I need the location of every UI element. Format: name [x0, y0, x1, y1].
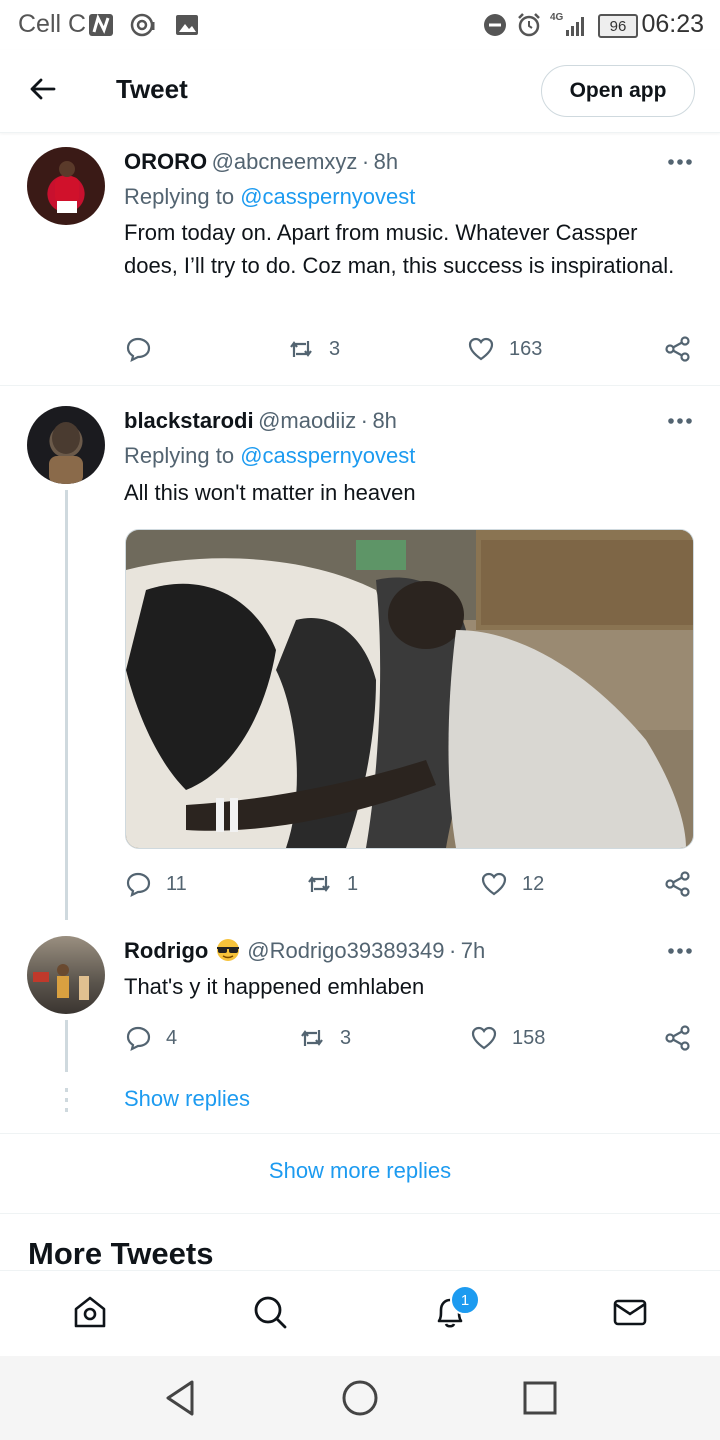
reply-button[interactable]: 11 [124, 870, 187, 898]
back-arrow-icon[interactable] [28, 74, 58, 104]
retweet-count: 1 [347, 872, 359, 895]
gallery-icon [176, 15, 198, 35]
mention-link[interactable]: @casspernyovest [240, 443, 415, 468]
like-count: 158 [512, 1026, 546, 1049]
reply-count: 11 [166, 872, 187, 895]
more-tweets-heading: More Tweets [28, 1236, 214, 1271]
thread-line [65, 1020, 68, 1072]
more-options-icon[interactable] [667, 417, 693, 425]
reply-icon [126, 337, 151, 363]
replying-to: Replying to @casspernyovest [124, 184, 416, 209]
system-recents-icon[interactable] [522, 1380, 558, 1416]
heart-icon [468, 337, 494, 361]
like-button[interactable]: 158 [470, 1024, 545, 1052]
share-icon[interactable] [664, 870, 692, 898]
tweet-blackstarodi[interactable]: blackstarodi @maodiiz · 8h Replying to @… [0, 386, 720, 924]
tweet-header: ORORO @abcneemxyz · 8h [124, 149, 399, 174]
more-options-icon[interactable] [667, 158, 693, 166]
display-name[interactable]: Rodrigo [124, 938, 208, 963]
heart-icon [481, 872, 507, 896]
display-name[interactable]: blackstarodi [124, 408, 254, 433]
search-icon[interactable] [251, 1293, 289, 1331]
handle[interactable]: @Rodrigo39389349 [247, 938, 444, 963]
share-icon[interactable] [664, 335, 692, 363]
like-count: 12 [522, 872, 545, 895]
thread-dots [65, 1088, 68, 1118]
retweet-icon [290, 341, 312, 357]
thread-line [65, 490, 68, 920]
clock: 06:23 [641, 10, 704, 38]
bottom-navigation: 1 [0, 1270, 720, 1357]
sunglasses-emoji-icon [216, 939, 239, 961]
tweet-text: From today on. Apart from music. Whateve… [124, 220, 675, 278]
do-not-disturb-icon [484, 14, 506, 36]
like-count: 163 [509, 337, 543, 360]
carrier-name: Cell C [18, 10, 87, 38]
divider [0, 1213, 720, 1214]
tweet-ororo[interactable]: ORORO @abcneemxyz · 8h Replying to @cass… [0, 133, 720, 385]
tweet-text: That's y it happened emhlaben [124, 974, 425, 999]
tweet-header: blackstarodi @maodiiz · 8h [124, 408, 397, 433]
hotspot-icon [130, 13, 155, 37]
retweet-button[interactable]: 3 [287, 335, 340, 363]
avatar[interactable] [27, 406, 105, 484]
divider [0, 1133, 720, 1134]
system-back-icon[interactable] [162, 1378, 198, 1418]
top-bar: Tweet Open app [0, 50, 720, 133]
reply-count: 4 [166, 1026, 178, 1049]
notification-badge: 1 [450, 1285, 480, 1315]
retweet-count: 3 [340, 1026, 352, 1049]
battery-indicator: 96 [598, 14, 638, 38]
avatar[interactable] [27, 147, 105, 225]
reply-button[interactable]: 4 [124, 1024, 177, 1052]
show-more-replies-link[interactable]: Show more replies [0, 1158, 720, 1184]
alarm-icon [518, 13, 540, 37]
messages-mail-icon[interactable] [611, 1293, 649, 1331]
tweet-rodrigo[interactable]: Rodrigo @Rodrigo39389349 · 7h That's y i… [0, 924, 720, 1132]
home-icon[interactable] [71, 1293, 109, 1331]
retweet-icon [308, 876, 330, 892]
page-title: Tweet [116, 74, 188, 104]
reply-icon [126, 872, 151, 898]
share-icon[interactable] [664, 1024, 692, 1052]
timestamp[interactable]: 8h [372, 408, 396, 433]
replying-to: Replying to @casspernyovest [124, 443, 416, 468]
heart-icon [471, 1026, 497, 1050]
retweet-count: 3 [329, 337, 341, 360]
handle[interactable]: @maodiiz [258, 408, 356, 433]
retweet-button[interactable]: 3 [298, 1024, 351, 1052]
timestamp[interactable]: 8h [374, 149, 398, 174]
more-options-icon[interactable] [667, 947, 693, 955]
reply-button[interactable] [124, 335, 166, 363]
retweet-icon [301, 1030, 323, 1046]
retweet-button[interactable]: 1 [305, 870, 358, 898]
battery-level: 96 [609, 17, 627, 35]
status-bar: Cell C 4G 96 06:23 [0, 0, 720, 50]
like-button[interactable]: 163 [467, 335, 542, 363]
tweet-media-image[interactable] [125, 529, 694, 849]
mention-link[interactable]: @casspernyovest [240, 184, 415, 209]
tweet-header: Rodrigo @Rodrigo39389349 · 7h [124, 938, 486, 963]
handle[interactable]: @abcneemxyz [212, 149, 358, 174]
tweet-text: All this won't matter in heaven [124, 480, 416, 505]
signal-icon [566, 17, 584, 36]
app-n-icon [89, 13, 113, 36]
system-navigation-bar [0, 1356, 720, 1440]
timestamp[interactable]: 7h [461, 938, 485, 963]
display-name[interactable]: ORORO [124, 149, 207, 174]
system-home-icon[interactable] [341, 1379, 379, 1417]
open-app-button[interactable]: Open app [541, 65, 695, 117]
reply-icon [126, 1026, 151, 1052]
like-button[interactable]: 12 [480, 870, 544, 898]
show-replies-link[interactable]: Show replies [124, 1086, 250, 1112]
avatar[interactable] [27, 936, 105, 1014]
